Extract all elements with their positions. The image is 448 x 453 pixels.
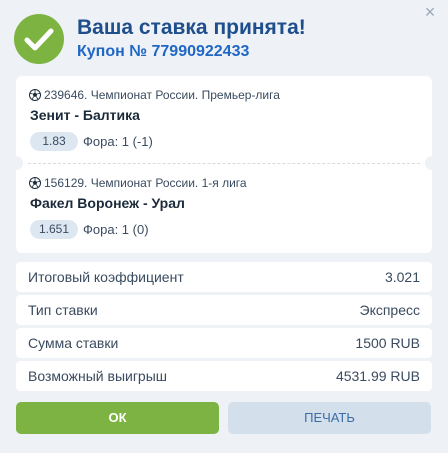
bet-teams: Зенит - Балтика <box>30 107 140 123</box>
bet-league: 156129. Чемпионат России. 1-я лига <box>29 176 247 190</box>
ok-button[interactable]: ОК <box>16 402 219 434</box>
summary-value: 3.021 <box>384 269 420 285</box>
bet-league-text: 239646. Чемпионат России. Премьер-лига <box>44 88 280 102</box>
summary-value: 1500 RUB <box>355 335 420 351</box>
summary-row-stake: Сумма ставки 1500 RUB <box>16 328 432 358</box>
summary-row-bet-type: Тип ставки Экспресс <box>16 295 432 325</box>
summary-label: Итоговый коэффициент <box>28 269 184 285</box>
dialog-title: Ваша ставка принята! <box>77 16 306 39</box>
print-button[interactable]: ПЕЧАТЬ <box>228 402 431 434</box>
bet-market: Фора: 1 (-1) <box>83 134 153 149</box>
summary-value: Экспресс <box>359 302 421 318</box>
bet-league-text: 156129. Чемпионат России. 1-я лига <box>44 176 247 190</box>
odds-badge: 1.83 <box>30 132 78 151</box>
summary-label: Тип ставки <box>28 302 98 318</box>
bets-card: 239646. Чемпионат России. Премьер-лига З… <box>9 76 439 253</box>
bet-item: 239646. Чемпионат России. Премьер-лига З… <box>9 76 439 170</box>
bet-item: 156129. Чемпионат России. 1-я лига Факел… <box>16 164 432 252</box>
bet-league: 239646. Чемпионат России. Премьер-лига <box>29 88 280 102</box>
summary-label: Сумма ставки <box>28 335 119 351</box>
bet-teams: Факел Воронеж - Урал <box>30 195 185 211</box>
checkmark-icon <box>14 14 64 64</box>
summary-row-possible-win: Возможный выигрыш 4531.99 RUB <box>16 361 432 391</box>
dialog-header: Ваша ставка принята! Купон № 77990922433… <box>0 0 448 70</box>
odds-badge: 1.651 <box>30 220 78 239</box>
summary-row-total-odds: Итоговый коэффициент 3.021 <box>16 262 432 292</box>
bet-accepted-dialog: Ваша ставка принята! Купон № 77990922433… <box>0 0 448 453</box>
close-icon[interactable]: × <box>420 2 440 22</box>
bet-market: Фора: 1 (0) <box>83 222 149 237</box>
summary-label: Возможный выигрыш <box>28 368 168 384</box>
soccer-ball-icon <box>29 177 41 189</box>
bet-summary: Итоговый коэффициент 3.021 Тип ставки Эк… <box>16 262 432 394</box>
soccer-ball-icon <box>29 89 41 101</box>
coupon-number: Купон № 77990922433 <box>77 43 250 60</box>
summary-value: 4531.99 RUB <box>335 368 420 384</box>
